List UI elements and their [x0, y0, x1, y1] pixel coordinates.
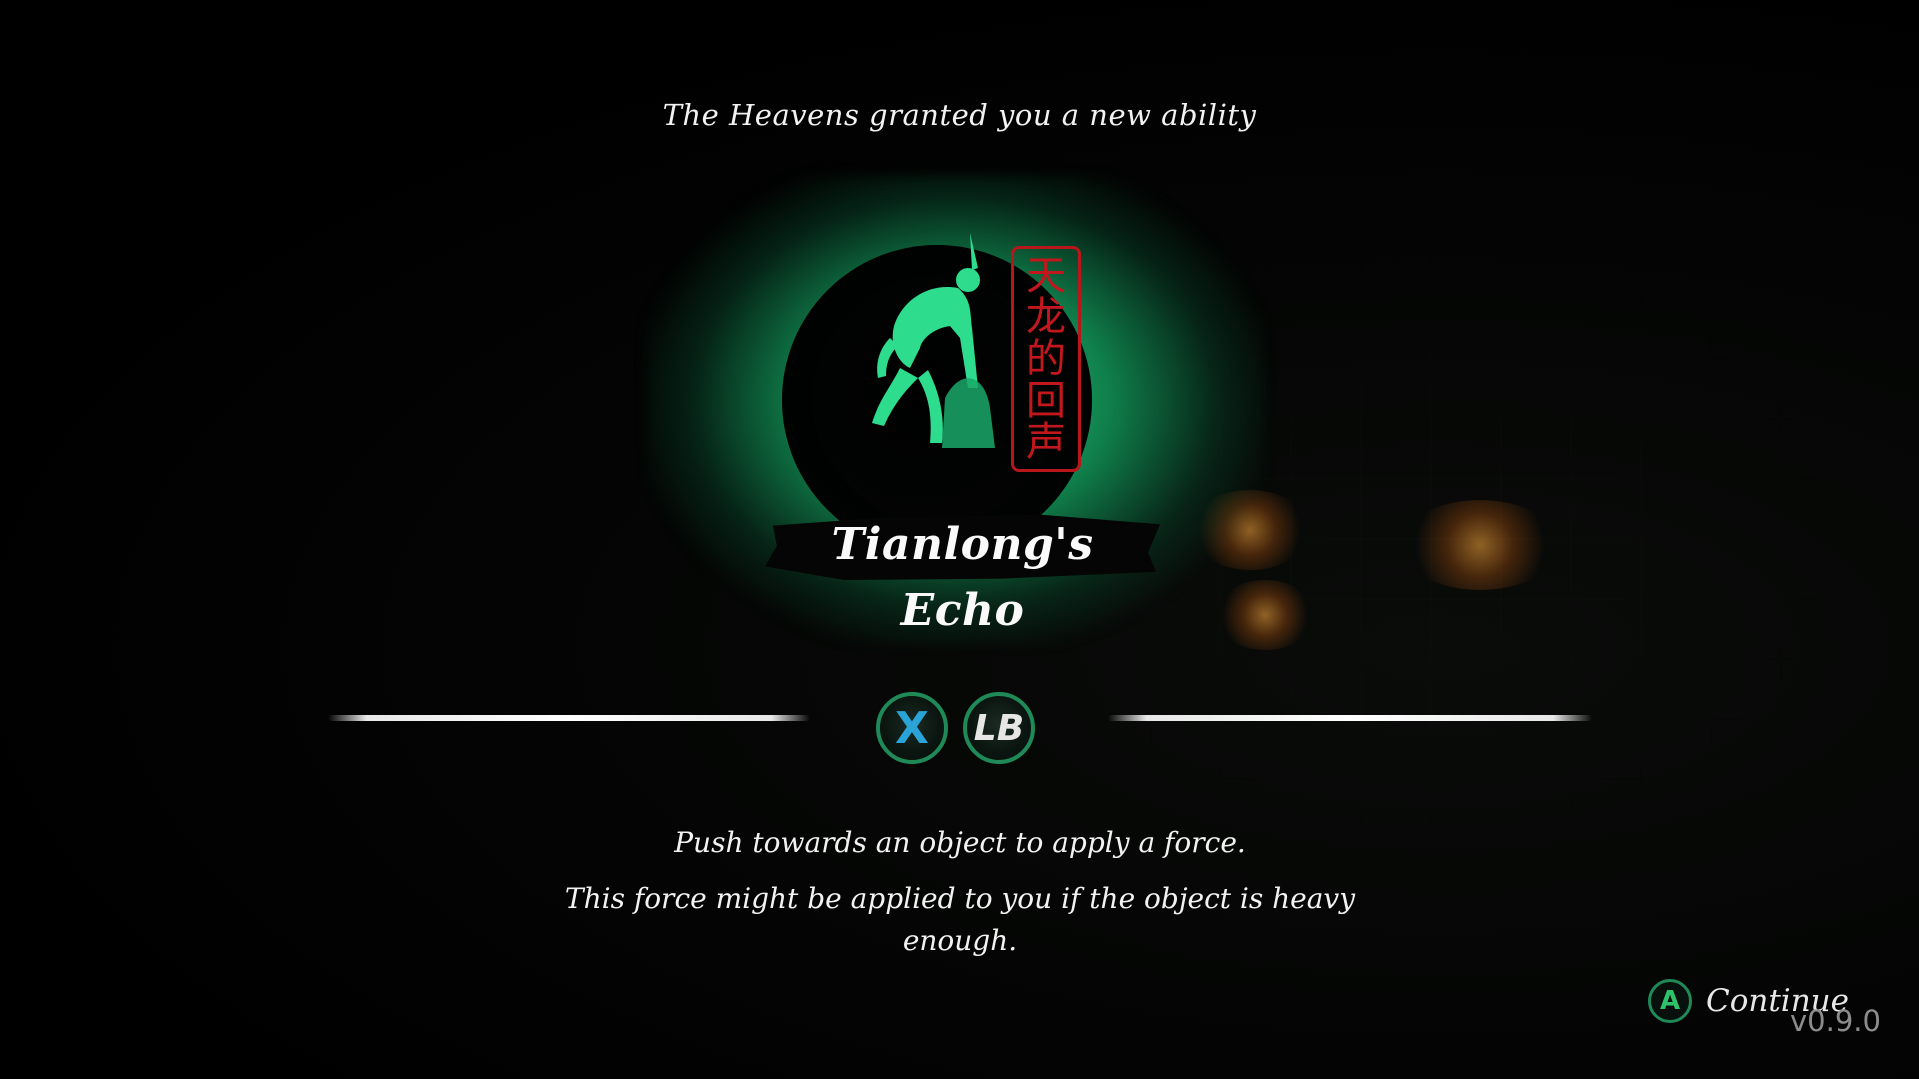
lb-button-icon: LB [963, 692, 1035, 764]
divider-right [1108, 715, 1592, 721]
ability-description-line-2: This force might be applied to you if th… [564, 882, 1356, 957]
seal-character: 声 [1026, 419, 1066, 466]
chinese-seal-stamp: 天 龙 的 回 声 [1011, 246, 1081, 472]
ability-unlock-screen: The Heavens granted you a new ability 天 … [0, 0, 1919, 1079]
seal-character: 天 [1026, 252, 1066, 299]
background-ember [1400, 500, 1560, 590]
seal-character: 回 [1026, 377, 1066, 424]
seal-character: 龙 [1026, 294, 1066, 341]
a-button-icon: A [1648, 979, 1692, 1023]
crouching-figure-icon [872, 233, 995, 448]
ability-heading: The Heavens granted you a new ability [662, 98, 1257, 132]
ability-name: Tianlong's Echo [831, 519, 1094, 636]
ability-description-line-1: Push towards an object to apply a force. [674, 826, 1246, 859]
x-button-icon: X [876, 692, 948, 764]
version-label: v0.9.0 [1790, 1004, 1881, 1038]
divider-left [328, 715, 810, 721]
seal-character: 的 [1026, 335, 1066, 382]
